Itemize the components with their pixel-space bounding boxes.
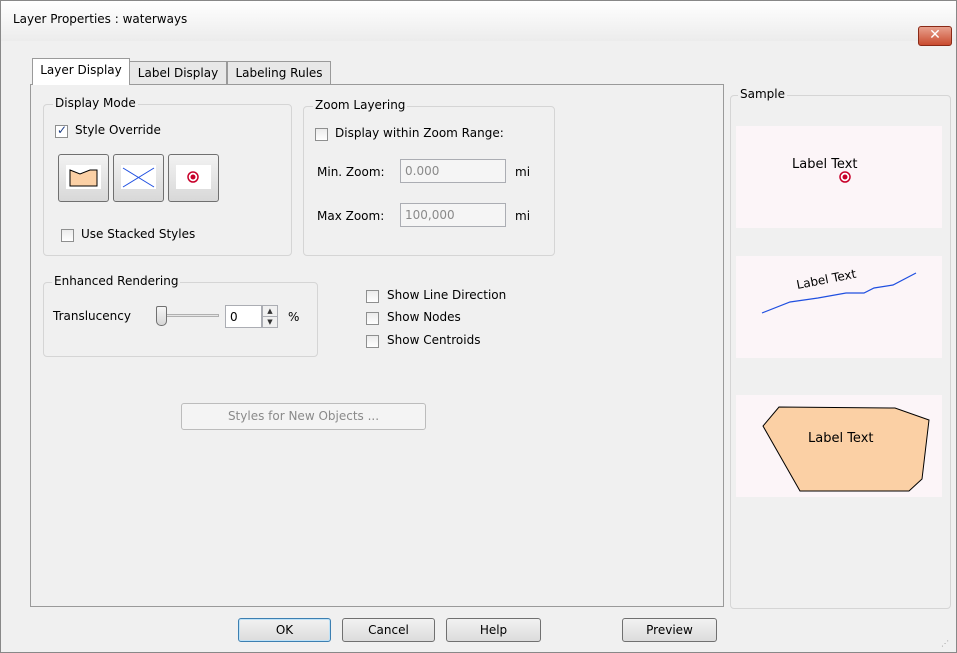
spinner-down-icon[interactable]: ▼ [263,317,277,327]
max-zoom-input[interactable]: 100,000 [400,203,506,227]
display-within-zoom-checkbox[interactable] [315,128,328,141]
translucency-unit: % [288,310,300,324]
tab-labeling-rules[interactable]: Labeling Rules [227,61,331,85]
max-zoom-label: Max Zoom: [317,209,385,223]
line-style-button[interactable] [113,154,164,202]
translucency-input[interactable]: 0 [225,305,262,328]
ok-button[interactable]: OK [238,618,331,642]
zoom-layering-group-label: Zoom Layering [313,98,408,112]
area-style-swatch [66,165,101,189]
show-nodes-checkbox[interactable] [366,312,379,325]
sample-area-label: Label Text [808,431,874,446]
enhanced-rendering-group-label: Enhanced Rendering [52,274,181,288]
sample-point-marker-icon [839,171,851,183]
help-button[interactable]: Help [446,618,541,642]
line-style-swatch [121,165,156,189]
close-icon: ✕ [929,27,941,43]
spinner-up-icon[interactable]: ▲ [263,306,277,317]
resize-grip-icon[interactable]: ⋰ [941,639,953,651]
use-stacked-styles-label: Use Stacked Styles [81,227,196,241]
sample-group-label: Sample [738,87,787,101]
translucency-label: Translucency [53,309,131,323]
point-style-swatch [176,165,211,189]
close-button[interactable]: ✕ [918,26,952,46]
style-override-checkbox[interactable] [55,123,68,138]
title-bar: Layer Properties : waterways ✕ [1,1,956,46]
tab-layer-display[interactable]: Layer Display [32,58,130,85]
min-zoom-input[interactable]: 0.000 [400,159,506,183]
min-zoom-label: Min. Zoom: [317,165,385,179]
window-title: Layer Properties : waterways [13,12,188,26]
sample-line-preview: Label Text [736,256,942,358]
show-centroids-label: Show Centroids [387,333,481,347]
min-zoom-unit: mi [515,165,531,179]
layer-properties-dialog: Layer Properties : waterways ✕ Layer Dis… [0,0,957,653]
show-line-direction-label: Show Line Direction [387,288,507,302]
max-zoom-unit: mi [515,209,531,223]
target-point-icon [187,171,199,183]
translucency-spinner[interactable]: ▲ ▼ [262,305,278,328]
cancel-button[interactable]: Cancel [342,618,435,642]
preview-button[interactable]: Preview [622,618,717,642]
sample-area-polygon-icon [762,406,930,492]
point-style-button[interactable] [168,154,219,202]
polygon-fill-icon [69,169,98,187]
slider-thumb[interactable] [156,306,167,326]
style-override-label: Style Override [75,123,161,137]
display-mode-group-label: Display Mode [53,96,138,110]
area-style-button[interactable] [58,154,109,202]
sample-point-preview: Label Text [736,126,942,228]
show-nodes-label: Show Nodes [387,310,461,324]
sample-area-preview: Label Text [736,395,942,497]
line-cross-icon [122,167,155,188]
translucency-slider[interactable] [153,301,223,331]
show-line-direction-checkbox[interactable] [366,290,379,303]
use-stacked-styles-checkbox[interactable] [61,229,74,242]
show-centroids-checkbox[interactable] [366,335,379,348]
styles-for-new-objects-button[interactable]: Styles for New Objects ... [181,403,426,430]
tab-label-display[interactable]: Label Display [129,61,227,85]
display-within-zoom-label: Display within Zoom Range: [335,126,504,140]
